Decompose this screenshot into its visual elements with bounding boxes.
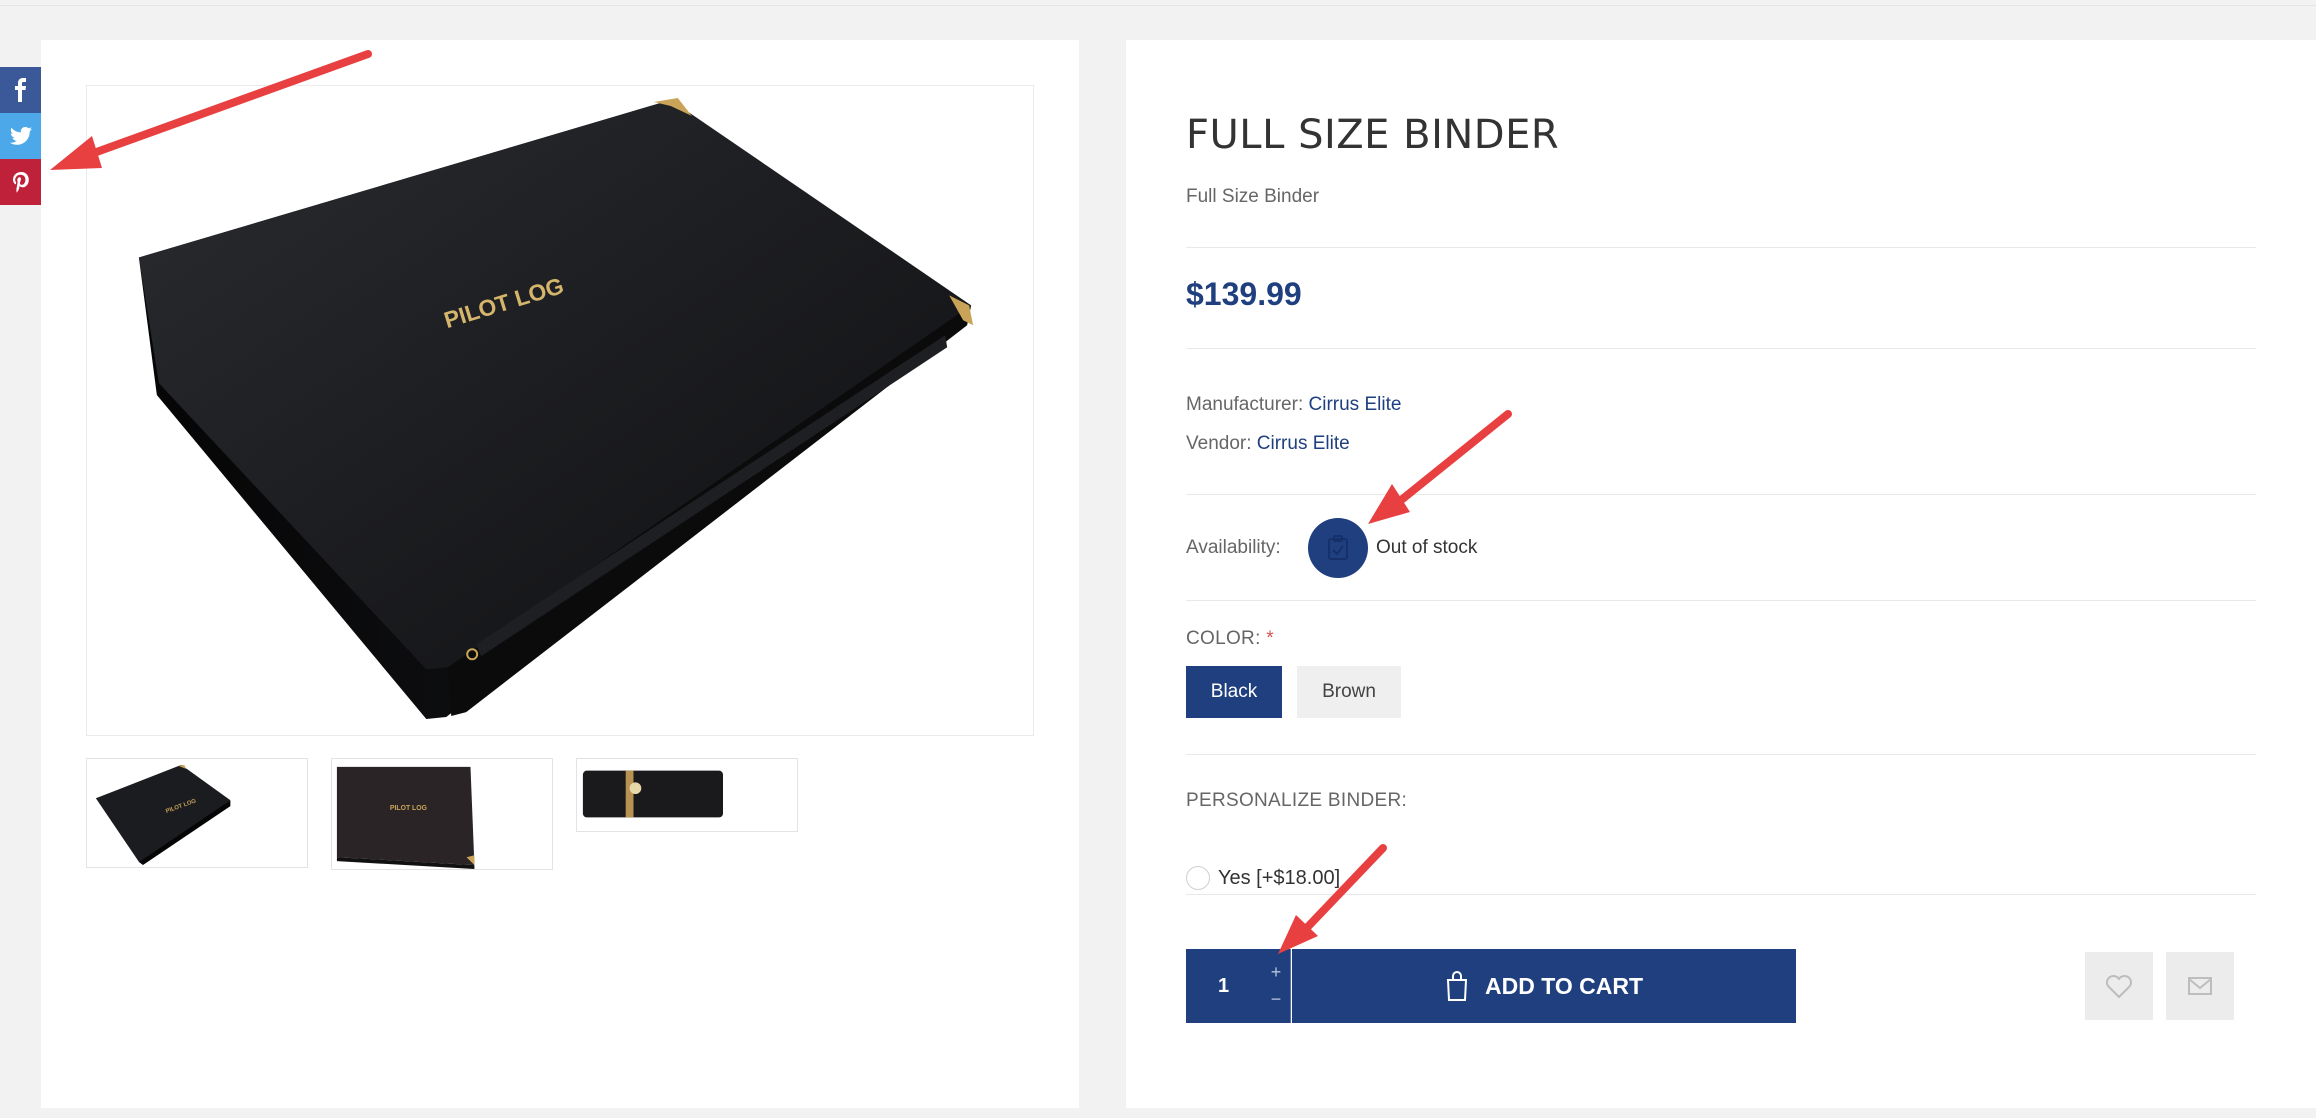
color-option-label: COLOR: * — [1186, 628, 1274, 649]
personalize-option-label: PERSONALIZE BINDER: — [1186, 790, 1408, 811]
social-share-bar — [0, 67, 41, 205]
personalize-yes-radio[interactable] — [1186, 866, 1210, 890]
twitter-share-button[interactable] — [0, 113, 41, 159]
envelope-icon — [2188, 977, 2212, 995]
quantity-decrease-button[interactable]: − — [1261, 986, 1291, 1012]
availability-icon — [1308, 518, 1368, 578]
manufacturer-label: Manufacturer: — [1186, 394, 1304, 415]
thumbnail-1[interactable]: PILOT LOG — [86, 758, 308, 868]
thumbnail-3[interactable] — [576, 758, 798, 832]
top-border — [0, 0, 2316, 6]
vendor-row: Vendor: Cirrus Elite — [1186, 433, 2256, 455]
shopping-bag-icon — [1446, 971, 1468, 1001]
divider — [1186, 600, 2256, 601]
divider — [1186, 494, 2256, 495]
color-brown-button[interactable]: Brown — [1297, 666, 1401, 718]
color-black-button[interactable]: Black — [1186, 666, 1282, 718]
pinterest-icon — [12, 172, 29, 193]
divider — [1186, 247, 2256, 248]
pinterest-share-button[interactable] — [0, 159, 41, 205]
quantity-separator — [1290, 949, 1291, 1023]
divider — [1186, 348, 2256, 349]
divider — [1186, 754, 2256, 755]
product-title: FULL SIZE BINDER — [1186, 112, 1560, 158]
twitter-icon — [9, 127, 32, 145]
quantity-stepper: + − — [1186, 949, 1291, 1023]
product-details-panel: FULL SIZE BINDER Full Size Binder $139.9… — [1126, 40, 2316, 1108]
svg-text:PILOT LOG: PILOT LOG — [390, 805, 427, 812]
vendor-link[interactable]: Cirrus Elite — [1257, 433, 1350, 454]
add-to-cart-button[interactable]: ADD TO CART — [1292, 949, 1796, 1023]
availability-status: Out of stock — [1376, 537, 1478, 558]
manufacturer-link[interactable]: Cirrus Elite — [1309, 394, 1402, 415]
thumbnail-2[interactable]: PILOT LOG — [331, 758, 553, 870]
email-friend-button[interactable] — [2166, 952, 2234, 1020]
personalize-yes-label: Yes [+$18.00] — [1218, 866, 1341, 889]
product-gallery-panel: PILOT LOG PILOT LOG PILOT LOG — [41, 40, 1079, 1108]
divider — [1186, 894, 2256, 895]
add-to-cart-label: ADD TO CART — [1484, 972, 1643, 999]
product-short-description: Full Size Binder — [1186, 186, 1320, 207]
manufacturer-row: Manufacturer: Cirrus Elite — [1186, 394, 2256, 416]
main-product-image[interactable]: PILOT LOG — [86, 85, 1034, 736]
add-to-wishlist-button[interactable] — [2085, 952, 2153, 1020]
required-marker: * — [1266, 628, 1274, 649]
quantity-increase-button[interactable]: + — [1261, 959, 1291, 985]
heart-icon — [2105, 974, 2133, 998]
facebook-share-button[interactable] — [0, 67, 41, 113]
product-price: $139.99 — [1186, 276, 1302, 312]
facebook-icon — [14, 78, 26, 102]
quantity-input[interactable] — [1186, 949, 1261, 1023]
vendor-label: Vendor: — [1186, 433, 1252, 454]
personalize-yes-option[interactable]: Yes [+$18.00] — [1186, 866, 1340, 890]
